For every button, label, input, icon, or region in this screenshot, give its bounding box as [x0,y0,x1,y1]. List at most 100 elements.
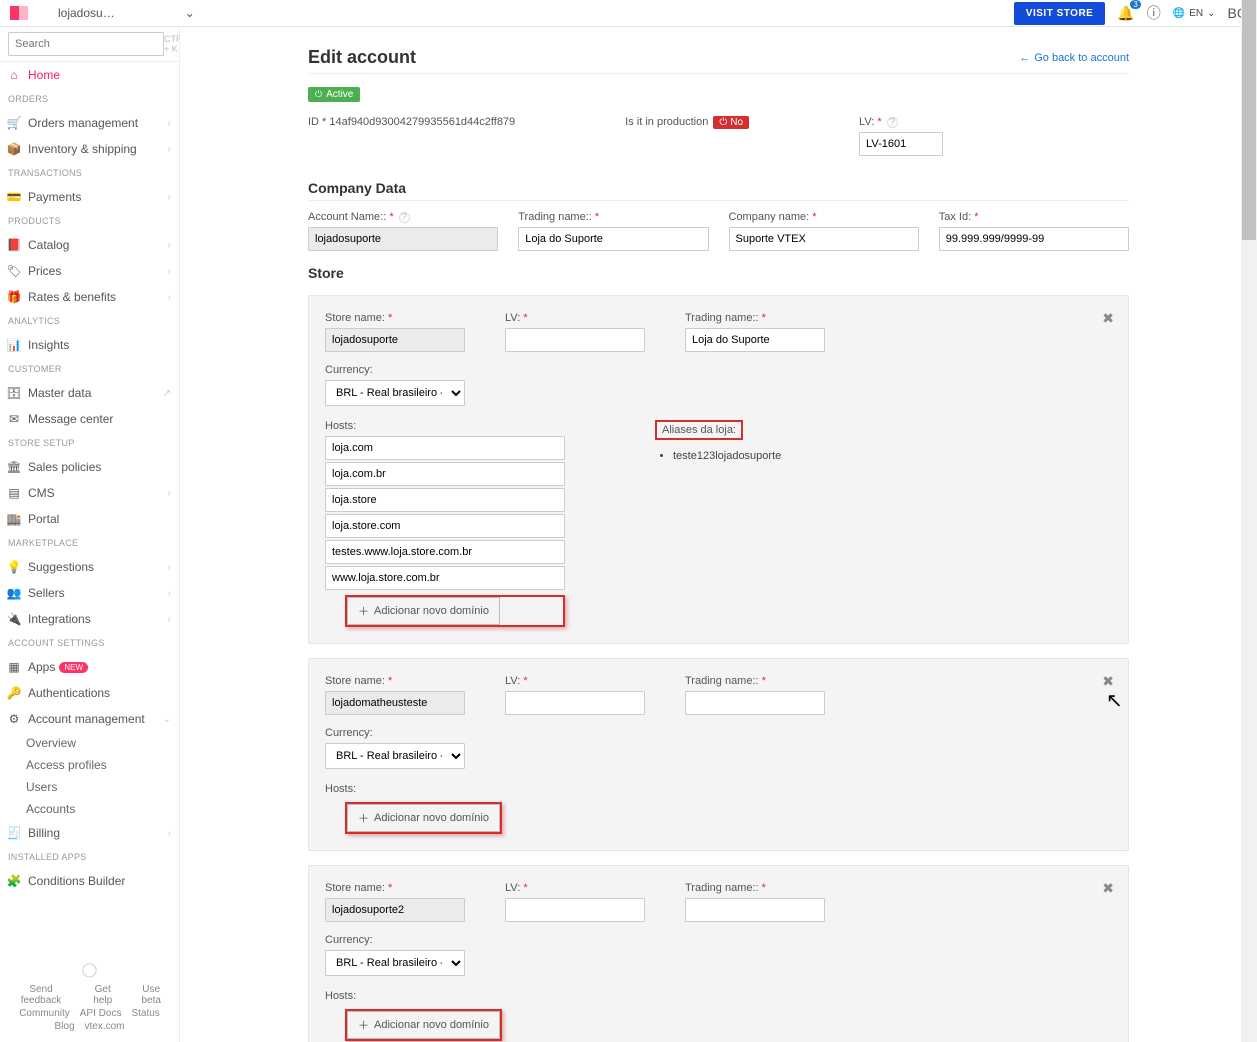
section-transactions: TRANSACTIONS [0,162,179,184]
notification-count: 3 [1130,0,1140,9]
sidebar-sub-users[interactable]: Users [0,776,179,798]
section-customer: CUSTOMER [0,358,179,380]
store-trading-input[interactable] [685,898,825,922]
power-icon: ⏻ [315,89,322,100]
footer-get-help[interactable]: Get help [84,984,121,1006]
sidebar-item-master-data[interactable]: 🗄Master data↗ [0,380,179,406]
back-link[interactable]: ←Go back to account [1019,52,1129,64]
remove-store-button[interactable]: ✖ [1102,880,1114,897]
footer-use-beta[interactable]: Use beta [131,984,171,1006]
sidebar-item-message-center[interactable]: ✉Message center [0,406,179,432]
footer-status[interactable]: Status [131,1008,159,1019]
id-value: 14af940d93004279935561d44c2ff879 [329,116,515,128]
currency-select[interactable]: BRL - Real brasileiro - Brasil [325,743,465,769]
chevron-down-icon: ⌄ [185,6,195,20]
prod-label: Is it in production [625,116,708,128]
mail-icon: ✉ [6,412,22,426]
building-icon: 🏛 [6,460,22,474]
sidebar-item-payments[interactable]: 💳Payments› [0,184,179,210]
store-name: lojadosu… [58,6,115,20]
sidebar-sub-overview[interactable]: Overview [0,732,179,754]
chevron-right-icon: › [168,266,171,277]
store-lv-input[interactable] [505,691,645,715]
sidebar-item-billing[interactable]: 🧾Billing› [0,820,179,846]
sidebar-item-suggestions[interactable]: 💡Suggestions› [0,554,179,580]
store-lv-input[interactable] [505,328,645,352]
remove-store-button[interactable]: ✖ [1102,310,1114,327]
add-domain-button[interactable]: ＋Adicionar novo domínio [347,1011,500,1039]
sidebar-item-insights[interactable]: 📊Insights [0,332,179,358]
sidebar-item-integrations[interactable]: 🔌Integrations› [0,606,179,632]
currency-select[interactable]: BRL - Real brasileiro - Brasil [325,380,465,406]
sidebar-item-conditions-builder[interactable]: 🧩Conditions Builder [0,868,179,894]
sidebar-sub-accounts[interactable]: Accounts [0,798,179,820]
visit-store-button[interactable]: VISIT STORE [1014,2,1106,25]
sidebar-item-orders-mgmt[interactable]: 🛒Orders management› [0,110,179,136]
host-input[interactable] [325,488,565,512]
chart-icon: 📊 [6,338,22,352]
sidebar-item-inventory[interactable]: 📦Inventory & shipping› [0,136,179,162]
footer-blog[interactable]: Blog [54,1021,74,1032]
company-data-heading: Company Data [308,180,1129,201]
store-icon: 🏬 [6,512,22,526]
footer-send-feedback[interactable]: Send feedback [8,984,74,1006]
help-icon[interactable]: ⓘ [1147,3,1161,23]
sidebar-item-authentications[interactable]: 🔑Authentications [0,680,179,706]
host-input[interactable] [325,540,565,564]
grid-icon: ▦ [6,660,22,674]
store-trading-input[interactable] [685,328,825,352]
add-domain-button[interactable]: ＋Adicionar novo domínio [347,804,500,832]
sidebar-item-portal[interactable]: 🏬Portal [0,506,179,532]
store-trading-input[interactable] [685,691,825,715]
company-name-label: Company name: [729,211,810,223]
add-domain-button[interactable]: ＋Adicionar novo domínio [347,597,500,625]
sidebar-item-rates[interactable]: 🎁Rates & benefits› [0,284,179,310]
trading-name-input[interactable] [518,227,708,251]
sidebar-sub-access-profiles[interactable]: Access profiles [0,754,179,776]
book-icon: 📕 [6,238,22,252]
store-card: ✖ Store name: * LV: * Trading name:: * C… [308,658,1129,851]
language-switcher[interactable]: 🌐 EN ⌄ [1173,8,1216,19]
sidebar-item-account-mgmt[interactable]: ⚙Account management⌄ [0,706,179,732]
store-lv-input[interactable] [505,898,645,922]
sidebar-item-apps[interactable]: ▦AppsNEW [0,654,179,680]
database-icon: 🗄 [6,386,22,400]
store-switcher[interactable]: lojadosu… ⌄ [58,6,195,20]
new-badge: NEW [59,662,88,673]
scrollbar-thumb[interactable] [1242,0,1256,240]
host-input[interactable] [325,436,565,460]
external-link-icon: ↗ [163,388,171,399]
remove-store-button[interactable]: ✖ [1102,673,1114,690]
tax-id-input[interactable] [939,227,1129,251]
footer-api-docs[interactable]: API Docs [80,1008,122,1019]
scrollbar-track[interactable] [1241,0,1257,1042]
sidebar-item-prices[interactable]: 🏷Prices› [0,258,179,284]
section-products: PRODUCTS [0,210,179,232]
chevron-right-icon: › [168,240,171,251]
sidebar-item-sales-policies[interactable]: 🏛Sales policies [0,454,179,480]
people-icon: 👥 [6,586,22,600]
chevron-down-icon: ⌄ [163,714,171,725]
sidebar-item-home[interactable]: ⌂Home [0,62,179,88]
sidebar-item-sellers[interactable]: 👥Sellers› [0,580,179,606]
company-name-input[interactable] [729,227,919,251]
help-icon[interactable]: ? [887,117,898,128]
notifications-icon[interactable]: 🔔3 [1117,5,1134,22]
currency-select[interactable]: BRL - Real brasileiro - Brasil [325,950,465,976]
section-account-settings: ACCOUNT SETTINGS [0,632,179,654]
host-input[interactable] [325,566,565,590]
help-icon[interactable]: ? [399,212,410,223]
footer-vtexcom[interactable]: vtex.com [85,1021,125,1032]
sidebar-item-cms[interactable]: ▤CMS› [0,480,179,506]
host-input[interactable] [325,514,565,538]
lv-input[interactable] [859,132,943,156]
section-marketplace: MARKETPLACE [0,532,179,554]
search-box[interactable]: CTRL + K [0,27,179,62]
sidebar-item-catalog[interactable]: 📕Catalog› [0,232,179,258]
search-input[interactable] [8,32,164,56]
sidebar: CTRL + K ⌂Home ORDERS 🛒Orders management… [0,27,180,1042]
section-store-setup: STORE SETUP [0,432,179,454]
host-input[interactable] [325,462,565,486]
footer-community[interactable]: Community [19,1008,70,1019]
plug-icon: 🔌 [6,612,22,626]
